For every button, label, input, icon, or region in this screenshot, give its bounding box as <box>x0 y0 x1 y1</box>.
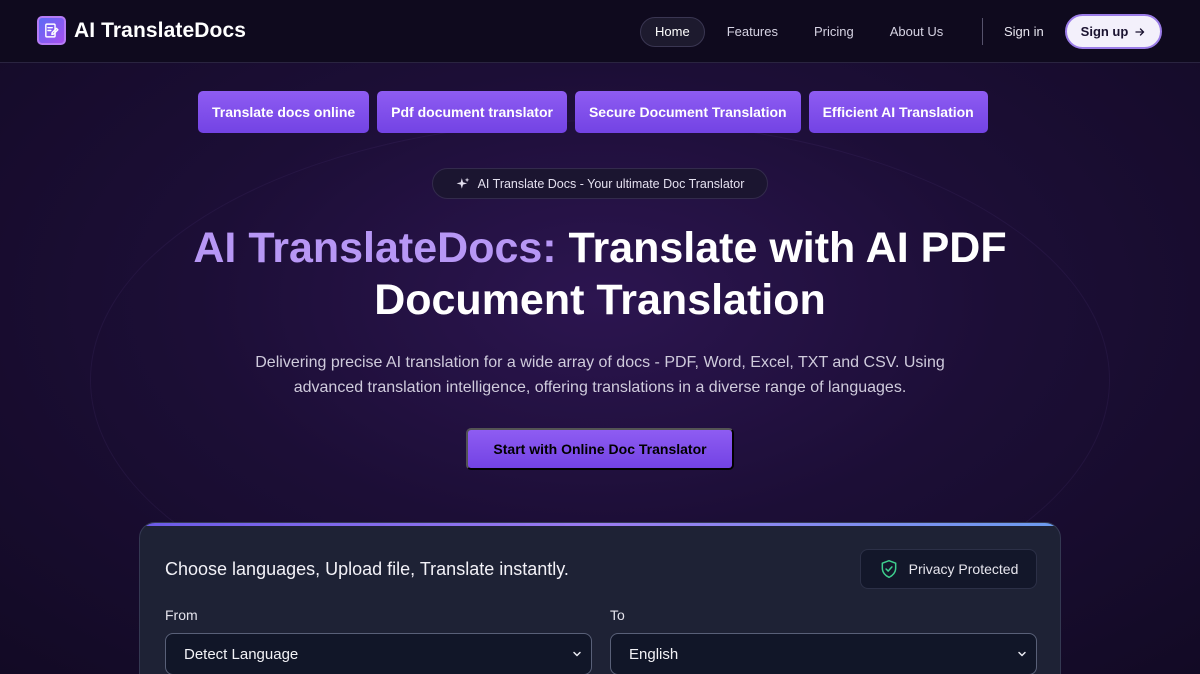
privacy-label: Privacy Protected <box>908 561 1019 577</box>
chevron-down-icon <box>1018 651 1026 657</box>
hero-title-accent: AI TranslateDocs: <box>193 224 557 272</box>
top-navbar: AI TranslateDocs Home Features Pricing A… <box>0 0 1200 63</box>
to-language-value: English <box>629 645 679 663</box>
to-language-select[interactable]: English <box>610 633 1037 674</box>
tag-efficient-ai-translation[interactable]: Efficient AI Translation <box>808 91 988 133</box>
hero-badge: AI Translate Docs - Your ultimate Doc Tr… <box>432 168 768 199</box>
brand-name: AI TranslateDocs <box>74 18 246 42</box>
feature-tags: Translate docs online Pdf document trans… <box>198 91 988 133</box>
brand[interactable]: AI TranslateDocs <box>37 16 246 45</box>
from-language-select[interactable]: Detect Language <box>165 633 592 674</box>
panel-title: Choose languages, Upload file, Translate… <box>165 559 569 579</box>
nav-home[interactable]: Home <box>640 17 705 47</box>
sparkle-icon <box>456 177 470 189</box>
from-language-value: Detect Language <box>184 645 299 663</box>
chevron-down-icon <box>573 651 581 657</box>
nav-about-us[interactable]: About Us <box>876 17 957 47</box>
sign-in-link[interactable]: Sign in <box>1004 24 1044 39</box>
to-label: To <box>610 607 625 623</box>
hero-description: Delivering precise AI translation for a … <box>200 350 1000 400</box>
sign-up-label: Sign up <box>1080 24 1129 39</box>
hero-badge-text: AI Translate Docs - Your ultimate Doc Tr… <box>477 176 745 191</box>
hero-title-line2: Document Translation <box>374 276 826 324</box>
start-translator-button[interactable]: Start with Online Doc Translator <box>466 428 734 470</box>
tag-translate-docs-online[interactable]: Translate docs online <box>198 91 370 133</box>
hero-title-line1: Translate with AI PDF <box>556 224 1007 272</box>
shield-check-icon <box>881 559 897 579</box>
privacy-badge: Privacy Protected <box>860 549 1037 589</box>
from-label: From <box>165 607 198 623</box>
nav-divider <box>982 18 983 45</box>
tag-pdf-document-translator[interactable]: Pdf document translator <box>377 91 567 133</box>
sign-up-button[interactable]: Sign up <box>1065 14 1162 49</box>
translator-panel: Choose languages, Upload file, Translate… <box>139 522 1061 674</box>
tag-secure-document-translation[interactable]: Secure Document Translation <box>574 91 801 133</box>
main-nav: Home Features Pricing About Us <box>640 17 965 47</box>
nav-features[interactable]: Features <box>713 17 792 47</box>
hero-title: AI TranslateDocs: Translate with AI PDF … <box>0 222 1200 326</box>
hero-description-line1: Delivering precise AI translation for a … <box>255 354 945 371</box>
nav-pricing[interactable]: Pricing <box>800 17 868 47</box>
document-edit-icon <box>37 16 66 45</box>
arrow-right-icon <box>1135 27 1145 36</box>
hero-description-line2: advanced translation intelligence, offer… <box>293 379 907 396</box>
